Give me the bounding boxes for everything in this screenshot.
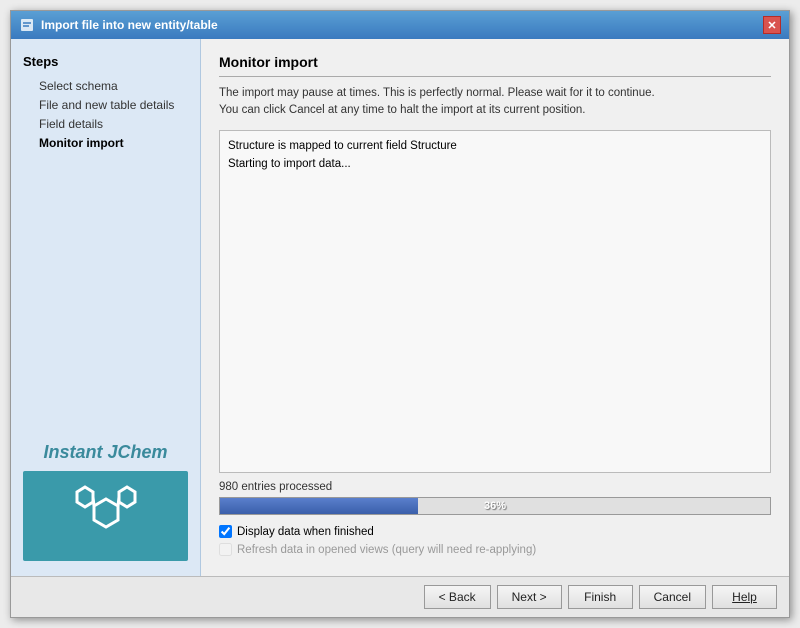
next-button[interactable]: Next >: [497, 585, 562, 609]
logo-icon-area: [23, 471, 188, 561]
title-bar: Import file into new entity/table ✕: [11, 11, 789, 39]
logo-text: Instant JChem: [23, 442, 188, 463]
checkbox2-row: Refresh data in opened views (query will…: [219, 543, 771, 556]
log-line2: Starting to import data...: [228, 155, 762, 173]
step-1: Select schema: [39, 79, 188, 93]
step-3: Field details: [39, 117, 188, 131]
entries-text: 980 entries processed: [219, 481, 771, 493]
progress-bar-fill: [220, 498, 418, 514]
steps-title: Steps: [23, 54, 188, 69]
step-4: Monitor import: [39, 136, 188, 150]
logo-svg: [71, 481, 141, 551]
cancel-button[interactable]: Cancel: [639, 585, 706, 609]
progress-label: 36%: [484, 500, 506, 512]
import-dialog: Import file into new entity/table ✕ Step…: [10, 10, 790, 618]
sidebar: Steps Select schema File and new table d…: [11, 39, 201, 576]
close-button[interactable]: ✕: [763, 16, 781, 34]
dialog-title: Import file into new entity/table: [41, 18, 218, 32]
refresh-data-label: Refresh data in opened views (query will…: [237, 544, 536, 556]
title-bar-left: Import file into new entity/table: [19, 17, 218, 33]
step-2: File and new table details: [39, 98, 188, 112]
refresh-data-checkbox[interactable]: [219, 543, 232, 556]
panel-title: Monitor import: [219, 54, 771, 77]
main-content: Steps Select schema File and new table d…: [11, 39, 789, 576]
dialog-icon: [19, 17, 35, 33]
info-text: The import may pause at times. This is p…: [219, 85, 771, 120]
log-line1: Structure is mapped to current field Str…: [228, 137, 762, 155]
progress-bar: 36%: [219, 497, 771, 515]
display-data-checkbox[interactable]: [219, 525, 232, 538]
checkbox1-row: Display data when finished: [219, 525, 771, 538]
right-panel: Monitor import The import may pause at t…: [201, 39, 789, 576]
finish-button[interactable]: Finish: [568, 585, 633, 609]
sidebar-logo: Instant JChem: [23, 442, 188, 561]
steps-list: Select schema File and new table details…: [23, 79, 188, 155]
log-area: Structure is mapped to current field Str…: [219, 130, 771, 474]
footer: < Back Next > Finish Cancel Help: [11, 576, 789, 617]
back-button[interactable]: < Back: [424, 585, 491, 609]
help-button[interactable]: Help: [712, 585, 777, 609]
display-data-label: Display data when finished: [237, 526, 374, 538]
